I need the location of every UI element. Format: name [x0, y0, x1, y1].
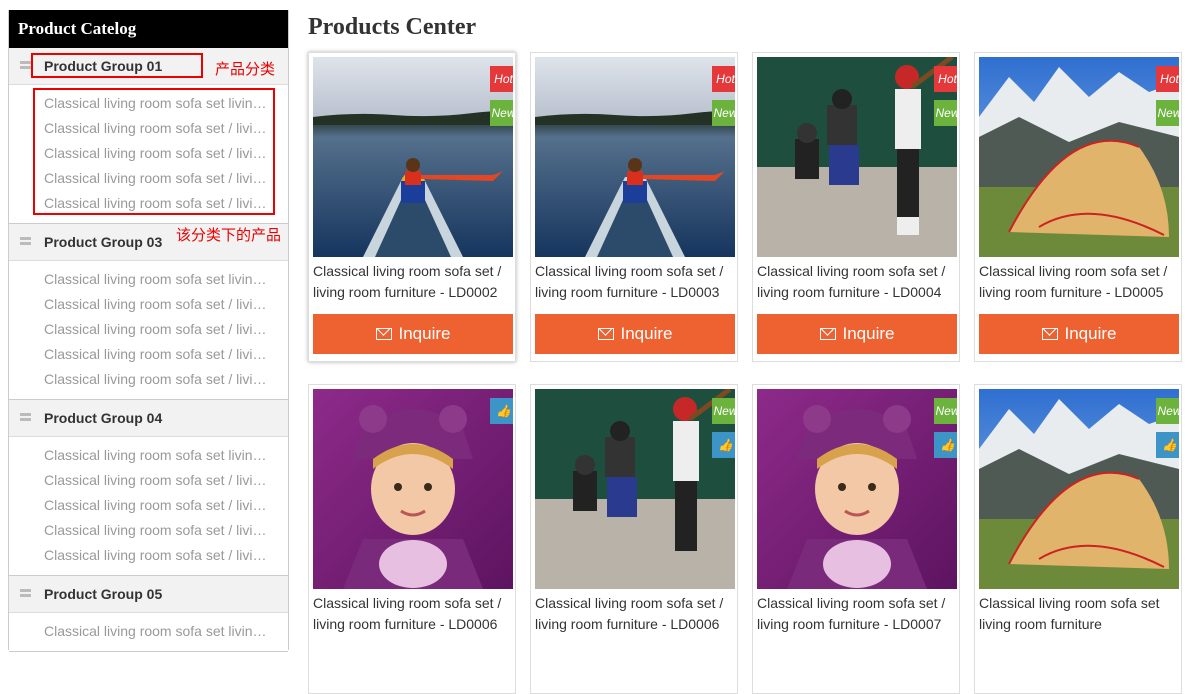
collapse-icon[interactable]: [20, 237, 31, 245]
product-card[interactable]: Hot New Classical living room sofa set /…: [308, 52, 516, 362]
new-badge: New: [934, 100, 957, 126]
product-title[interactable]: Classical living room sofa set / living …: [535, 261, 735, 303]
annotation-products-text: 该分类下的产品: [176, 227, 282, 244]
product-card[interactable]: Hot New Classical living room sofa set /…: [530, 52, 738, 362]
collapse-icon[interactable]: [20, 61, 31, 69]
hot-badge: Hot: [1156, 66, 1179, 92]
product-card[interactable]: New 👍 Classical living room sofa set / l…: [752, 384, 960, 694]
hot-badge: Hot: [934, 66, 957, 92]
new-badge: New: [712, 398, 735, 424]
product-title[interactable]: Classical living room sofa set / living …: [979, 261, 1179, 303]
product-title[interactable]: Classical living room sofa set / living …: [313, 261, 513, 303]
sidebar-item[interactable]: Classical living room sofa set / living …: [9, 342, 270, 367]
like-icon: 👍: [1156, 432, 1179, 458]
sidebar-group-items: Classical living room sofa set living ro…: [9, 261, 288, 400]
sidebar-group-label[interactable]: Product Group 05: [44, 576, 162, 612]
sidebar-group-05[interactable]: Product Group 05: [9, 576, 288, 613]
inquire-button[interactable]: Inquire: [757, 314, 957, 354]
annotation-category-text: 产品分类: [215, 61, 276, 78]
annotation-box-category: [31, 53, 203, 78]
product-image-costume[interactable]: New 👍: [757, 389, 957, 589]
product-title[interactable]: Classical living room sofa set / living …: [535, 593, 735, 635]
sidebar-item[interactable]: Classical living room sofa set / living …: [9, 468, 270, 493]
sidebar-item[interactable]: Classical living room sofa set living ro…: [9, 619, 270, 644]
sidebar-title: Product Catelog: [9, 10, 288, 48]
product-image-costume[interactable]: 👍: [313, 389, 513, 589]
inquire-button[interactable]: Inquire: [313, 314, 513, 354]
product-image-baseball[interactable]: New 👍: [535, 389, 735, 589]
product-image-kayak[interactable]: Hot New: [535, 57, 735, 257]
product-title[interactable]: Classical living room sofa set living ro…: [979, 593, 1179, 635]
annotation-box-products: [33, 88, 275, 215]
new-badge: New: [712, 100, 735, 126]
hot-badge: Hot: [490, 66, 513, 92]
product-image-kayak[interactable]: Hot New: [313, 57, 513, 257]
like-icon: 👍: [490, 398, 513, 424]
inquire-button[interactable]: Inquire: [535, 314, 735, 354]
product-title[interactable]: Classical living room sofa set / living …: [757, 261, 957, 303]
sidebar-item[interactable]: Classical living room sofa set / living …: [9, 518, 270, 543]
like-icon: 👍: [712, 432, 735, 458]
product-card[interactable]: Hot New Classical living room sofa set /…: [752, 52, 960, 362]
product-title[interactable]: Classical living room sofa set / living …: [313, 593, 513, 635]
sidebar-item[interactable]: Classical living room sofa set / living …: [9, 292, 270, 317]
sidebar-group-label[interactable]: Product Group 04: [44, 400, 162, 436]
product-image-tent[interactable]: Hot New: [979, 57, 1179, 257]
sidebar-group-04[interactable]: Product Group 04: [9, 400, 288, 437]
collapse-icon[interactable]: [20, 413, 31, 421]
new-badge: New: [490, 100, 513, 126]
sidebar-item[interactable]: Classical living room sofa set living ro…: [9, 267, 270, 292]
sidebar-group-items: Classical living room sofa set living ro…: [9, 437, 288, 576]
sidebar-group-label[interactable]: Product Group 03: [44, 224, 162, 260]
product-card[interactable]: Hot New Classical living room sofa set /…: [974, 52, 1182, 362]
product-card[interactable]: New 👍 Classical living room sofa set / l…: [530, 384, 738, 694]
mail-icon: [819, 328, 836, 340]
page-title: Products Center: [308, 14, 477, 40]
product-title[interactable]: Classical living room sofa set / living …: [757, 593, 957, 635]
sidebar-group-items: Classical living room sofa set living ro…: [9, 613, 288, 652]
new-badge: New: [1156, 100, 1179, 126]
sidebar-item[interactable]: Classical living room sofa set / living …: [9, 493, 270, 518]
collapse-icon[interactable]: [20, 589, 31, 597]
product-image-tent[interactable]: New 👍: [979, 389, 1179, 589]
product-card[interactable]: 👍 Classical living room sofa set / livin…: [308, 384, 516, 694]
new-badge: New: [1156, 398, 1179, 424]
hot-badge: Hot: [712, 66, 735, 92]
sidebar-item[interactable]: Classical living room sofa set / living …: [9, 367, 270, 392]
inquire-button[interactable]: Inquire: [979, 314, 1179, 354]
product-card[interactable]: New 👍 Classical living room sofa set liv…: [974, 384, 1182, 694]
mail-icon: [375, 328, 392, 340]
sidebar-item[interactable]: Classical living room sofa set living ro…: [9, 443, 270, 468]
mail-icon: [597, 328, 614, 340]
like-icon: 👍: [934, 432, 957, 458]
new-badge: New: [934, 398, 957, 424]
product-image-baseball[interactable]: Hot New: [757, 57, 957, 257]
mail-icon: [1041, 328, 1058, 340]
sidebar-item[interactable]: Classical living room sofa set / living …: [9, 317, 270, 342]
sidebar-item[interactable]: Classical living room sofa set / living …: [9, 543, 270, 568]
